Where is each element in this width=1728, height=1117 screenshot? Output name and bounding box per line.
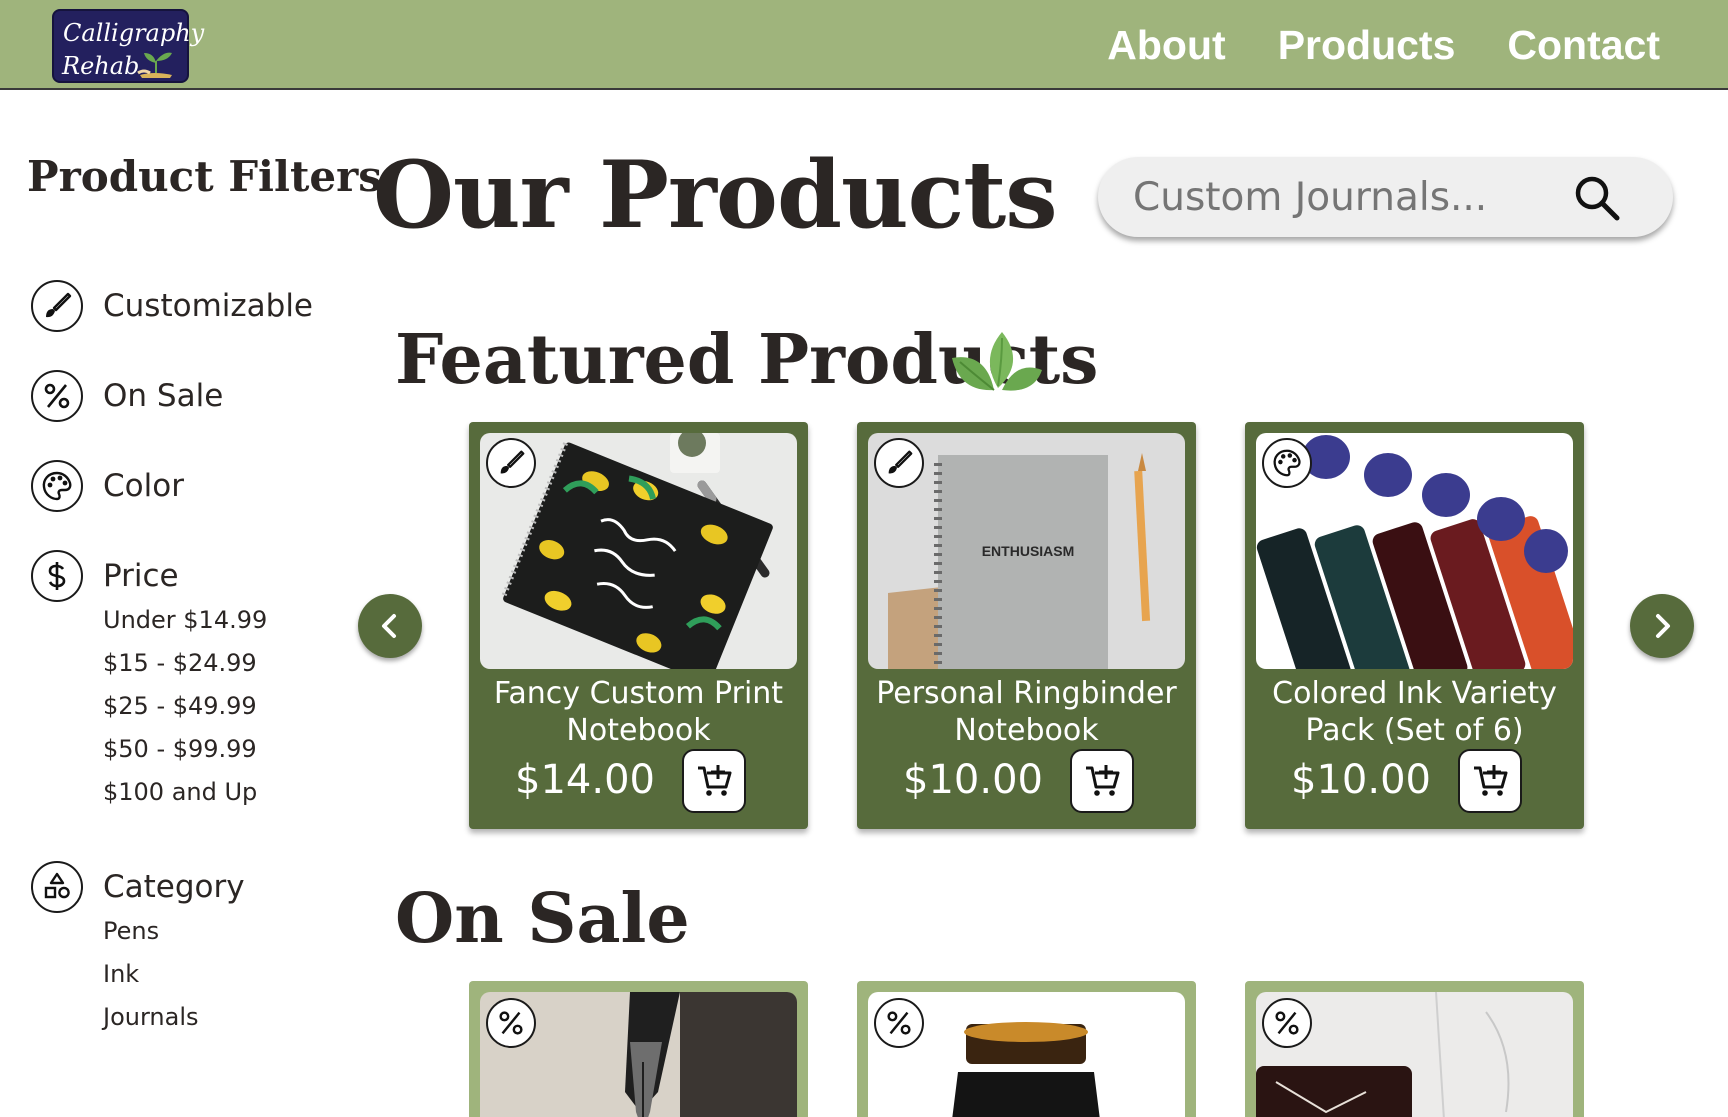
logo-text-line2: Rehab xyxy=(62,52,140,80)
add-to-cart-button[interactable] xyxy=(1458,749,1522,813)
sale-product-card[interactable] xyxy=(469,981,808,1117)
product-card[interactable]: Colored Ink Variety Pack (Set of 6) $10.… xyxy=(1245,422,1584,829)
price-option[interactable]: $50 - $99.99 xyxy=(103,728,267,771)
product-price: $14.00 xyxy=(515,757,655,803)
add-to-cart-icon xyxy=(698,765,732,796)
dollar-icon xyxy=(31,550,83,602)
percent-icon xyxy=(486,998,536,1048)
carousel-next-button[interactable] xyxy=(1630,594,1694,658)
paintbrush-icon xyxy=(874,438,924,488)
filter-customizable[interactable]: Customizable xyxy=(31,280,313,332)
search-bar xyxy=(1098,157,1673,237)
carousel-prev-button[interactable] xyxy=(358,594,422,658)
main-nav: About Products Contact xyxy=(1107,0,1728,90)
chevron-left-icon xyxy=(382,614,396,638)
product-name: Personal Ringbinder Notebook xyxy=(876,676,1177,748)
filter-label: Price xyxy=(103,558,179,594)
on-sale-section-title: On Sale xyxy=(395,879,690,959)
price-option[interactable]: $25 - $49.99 xyxy=(103,685,267,728)
filter-label: On Sale xyxy=(103,378,224,414)
sidebar-title: Product Filters xyxy=(27,152,382,201)
paintbrush-icon xyxy=(486,438,536,488)
paintbrush-icon xyxy=(31,280,83,332)
logo-text-line1: Calligraphy xyxy=(63,19,205,47)
price-option[interactable]: $15 - $24.99 xyxy=(103,642,267,685)
product-name: Colored Ink Variety Pack (Set of 6) xyxy=(1272,676,1557,748)
search-input[interactable] xyxy=(1133,157,1573,237)
shapes-icon xyxy=(31,861,83,913)
filter-label: Customizable xyxy=(103,288,314,324)
leaf-icon xyxy=(952,332,1042,391)
percent-icon xyxy=(1262,998,1312,1048)
percent-icon xyxy=(874,998,924,1048)
chevron-right-icon xyxy=(1656,614,1670,638)
sprout-icon xyxy=(137,52,172,78)
filter-color[interactable]: Color xyxy=(31,460,184,512)
filter-label: Color xyxy=(103,468,184,504)
search-icon[interactable] xyxy=(1573,174,1621,222)
notebook-cover-text: ENTHUSIASM xyxy=(982,543,1075,559)
percent-icon xyxy=(31,370,83,422)
product-card[interactable]: Fancy Custom Print Notebook $14.00 xyxy=(469,422,808,829)
product-price: $10.00 xyxy=(903,757,1043,803)
sale-product-card[interactable] xyxy=(857,981,1196,1117)
filter-label: Category xyxy=(103,869,245,905)
nav-products-link[interactable]: Products xyxy=(1278,22,1456,69)
filter-price[interactable]: Price xyxy=(31,550,179,602)
category-option[interactable]: Journals xyxy=(103,996,199,1039)
filter-on-sale[interactable]: On Sale xyxy=(31,370,223,422)
product-price: $10.00 xyxy=(1291,757,1431,803)
add-to-cart-icon xyxy=(1086,765,1120,796)
nav-about-link[interactable]: About xyxy=(1107,22,1225,69)
category-options: Pens Ink Journals xyxy=(103,910,199,1039)
page-title: Our Products xyxy=(373,140,1058,249)
nav-contact-link[interactable]: Contact xyxy=(1507,22,1660,69)
product-name: Fancy Custom Print Notebook xyxy=(493,676,784,748)
category-option[interactable]: Ink xyxy=(103,953,199,996)
price-option[interactable]: Under $14.99 xyxy=(103,599,267,642)
product-card[interactable]: ENTHUSIASM Personal Ringbinder Notebook … xyxy=(857,422,1196,829)
brand-logo[interactable]: Calligraphy Rehab xyxy=(52,9,204,83)
filter-category[interactable]: Category xyxy=(31,861,245,913)
palette-icon xyxy=(1262,438,1312,488)
top-nav-bar: Calligraphy Rehab About Products Contact xyxy=(0,0,1728,90)
category-option[interactable]: Pens xyxy=(103,910,199,953)
price-option[interactable]: $100 and Up xyxy=(103,771,267,814)
palette-icon xyxy=(31,460,83,512)
add-to-cart-icon xyxy=(1474,765,1508,796)
price-options: Under $14.99 $15 - $24.99 $25 - $49.99 $… xyxy=(103,599,267,814)
add-to-cart-button[interactable] xyxy=(1070,749,1134,813)
sale-product-card[interactable] xyxy=(1245,981,1584,1117)
add-to-cart-button[interactable] xyxy=(682,749,746,813)
